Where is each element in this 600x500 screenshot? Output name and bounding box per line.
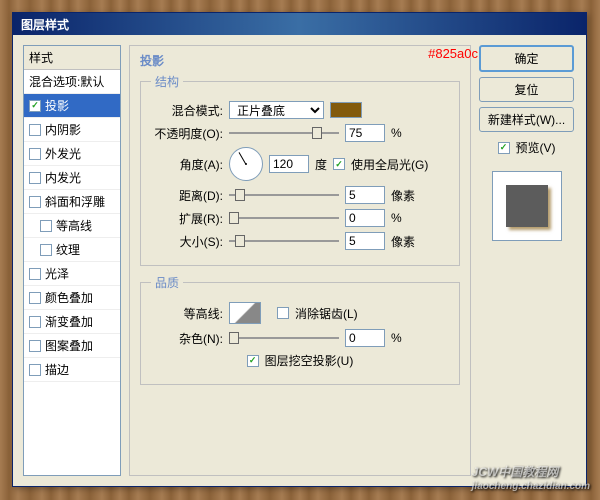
opacity-input[interactable] xyxy=(345,124,385,142)
style-item-label: 混合选项:默认 xyxy=(29,73,104,90)
style-item-4[interactable]: 内发光 xyxy=(24,166,120,190)
style-checkbox[interactable] xyxy=(29,316,41,328)
new-style-button[interactable]: 新建样式(W)... xyxy=(479,107,574,132)
contour-picker[interactable] xyxy=(229,302,261,324)
structure-legend: 结构 xyxy=(151,73,183,90)
opacity-slider[interactable] xyxy=(229,125,339,141)
knockout-label: 图层挖空投影(U) xyxy=(265,352,354,369)
watermark: JCW中国教程网 jiaocheng.chazidian.com xyxy=(472,463,590,492)
style-checkbox[interactable] xyxy=(29,364,41,376)
style-item-label: 内发光 xyxy=(45,169,81,186)
style-item-2[interactable]: 内阴影 xyxy=(24,118,120,142)
noise-label: 杂色(N): xyxy=(151,330,223,347)
size-input[interactable] xyxy=(345,232,385,250)
style-checkbox[interactable] xyxy=(40,244,52,256)
style-item-9[interactable]: 颜色叠加 xyxy=(24,286,120,310)
noise-slider[interactable] xyxy=(229,330,339,346)
panel-title: 投影 xyxy=(140,52,460,69)
style-item-12[interactable]: 描边 xyxy=(24,358,120,382)
global-light-label: 使用全局光(G) xyxy=(351,156,428,173)
style-item-label: 光泽 xyxy=(45,265,69,282)
noise-input[interactable] xyxy=(345,329,385,347)
quality-legend: 品质 xyxy=(151,274,183,291)
style-item-10[interactable]: 渐变叠加 xyxy=(24,310,120,334)
style-checkbox[interactable] xyxy=(29,100,41,112)
style-list-header: 样式 xyxy=(24,46,120,70)
titlebar[interactable]: 图层样式 xyxy=(13,13,586,35)
style-item-label: 等高线 xyxy=(56,217,92,234)
color-swatch[interactable] xyxy=(330,102,362,118)
style-item-label: 图案叠加 xyxy=(45,337,93,354)
style-checkbox[interactable] xyxy=(29,148,41,160)
pixel-unit: 像素 xyxy=(391,187,415,204)
style-item-3[interactable]: 外发光 xyxy=(24,142,120,166)
distance-slider[interactable] xyxy=(229,187,339,203)
style-item-0[interactable]: 混合选项:默认 xyxy=(24,70,120,94)
blend-mode-label: 混合模式: xyxy=(151,102,223,119)
style-item-label: 纹理 xyxy=(56,241,80,258)
style-checkbox[interactable] xyxy=(29,196,41,208)
preview-checkbox[interactable] xyxy=(498,142,510,154)
spread-label: 扩展(R): xyxy=(151,210,223,227)
quality-fieldset: 品质 等高线: 消除锯齿(L) 杂色(N): % 图层挖空投影(U) xyxy=(140,274,460,385)
style-item-label: 描边 xyxy=(45,361,69,378)
structure-fieldset: 结构 混合模式: 正片叠底 不透明度(O): % 角度(A): xyxy=(140,73,460,266)
right-panel: 确定 复位 新建样式(W)... 预览(V) xyxy=(479,45,574,476)
style-item-label: 斜面和浮雕 xyxy=(45,193,105,210)
size-slider[interactable] xyxy=(229,233,339,249)
style-list: 样式 混合选项:默认投影内阴影外发光内发光斜面和浮雕等高线纹理光泽颜色叠加渐变叠… xyxy=(23,45,121,476)
layer-style-dialog: 图层样式 样式 混合选项:默认投影内阴影外发光内发光斜面和浮雕等高线纹理光泽颜色… xyxy=(12,12,587,487)
opacity-label: 不透明度(O): xyxy=(151,125,223,142)
antialias-label: 消除锯齿(L) xyxy=(295,305,358,322)
style-item-6[interactable]: 等高线 xyxy=(24,214,120,238)
contour-label: 等高线: xyxy=(151,305,223,322)
style-item-label: 颜色叠加 xyxy=(45,289,93,306)
style-item-label: 渐变叠加 xyxy=(45,313,93,330)
style-item-1[interactable]: 投影 xyxy=(24,94,120,118)
style-item-7[interactable]: 纹理 xyxy=(24,238,120,262)
style-checkbox[interactable] xyxy=(29,172,41,184)
cancel-button[interactable]: 复位 xyxy=(479,77,574,102)
style-checkbox[interactable] xyxy=(29,292,41,304)
angle-unit: 度 xyxy=(315,156,327,173)
knockout-checkbox[interactable] xyxy=(247,355,259,367)
style-checkbox[interactable] xyxy=(40,220,52,232)
distance-label: 距离(D): xyxy=(151,187,223,204)
style-item-label: 内阴影 xyxy=(45,121,81,138)
distance-input[interactable] xyxy=(345,186,385,204)
blend-mode-select[interactable]: 正片叠底 xyxy=(229,101,324,119)
dialog-title: 图层样式 xyxy=(21,16,69,33)
style-item-8[interactable]: 光泽 xyxy=(24,262,120,286)
style-checkbox[interactable] xyxy=(29,268,41,280)
style-item-11[interactable]: 图案叠加 xyxy=(24,334,120,358)
angle-input[interactable] xyxy=(269,155,309,173)
style-item-label: 投影 xyxy=(45,97,69,114)
global-light-checkbox[interactable] xyxy=(333,158,345,170)
style-checkbox[interactable] xyxy=(29,124,41,136)
spread-input[interactable] xyxy=(345,209,385,227)
angle-dial[interactable] xyxy=(229,147,263,181)
style-item-5[interactable]: 斜面和浮雕 xyxy=(24,190,120,214)
preview-label: 预览(V) xyxy=(516,139,556,156)
preview-box xyxy=(492,171,562,241)
size-label: 大小(S): xyxy=(151,233,223,250)
percent-unit: % xyxy=(391,126,402,140)
preview-swatch xyxy=(506,185,548,227)
main-panel: 投影 结构 混合模式: 正片叠底 不透明度(O): % 角 xyxy=(129,45,471,476)
ok-button[interactable]: 确定 xyxy=(479,45,574,72)
antialias-checkbox[interactable] xyxy=(277,307,289,319)
style-checkbox[interactable] xyxy=(29,340,41,352)
color-annotation: #825a0c xyxy=(428,46,478,61)
spread-slider[interactable] xyxy=(229,210,339,226)
style-item-label: 外发光 xyxy=(45,145,81,162)
angle-label: 角度(A): xyxy=(151,156,223,173)
